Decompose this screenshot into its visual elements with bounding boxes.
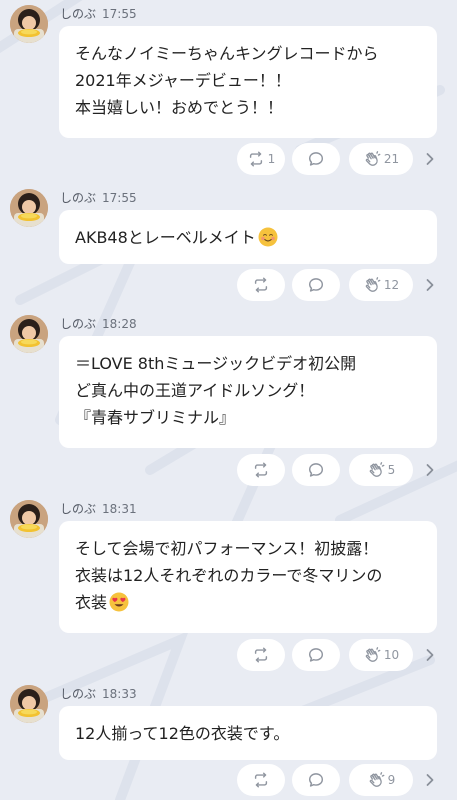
clap-button[interactable]: 5 [349,454,413,486]
message-time: 17:55 [102,7,137,21]
message-bubble[interactable]: ＝LOVE 8thミュージックビデオ初公開 ど真ん中の王道アイドルソング！ 『青春サ… [59,336,437,448]
author-name[interactable]: しのぶ [60,7,96,21]
message-time: 18:31 [102,502,137,516]
message-actions: 12 [0,269,457,301]
comment-button[interactable] [292,143,340,175]
comment-button[interactable] [292,764,340,796]
retweet-count: 1 [267,152,276,166]
message-actions: 9 [0,764,457,796]
comment-icon [307,461,325,479]
message-bubble[interactable]: AKB48とレーベルメイト [59,210,437,264]
chevron-right-icon[interactable] [422,151,438,167]
message-text-line: ど真ん中の王道アイドルソング！ [75,381,315,400]
clap-count: 5 [387,463,396,477]
message-meta: しのぶ 17:55 [60,190,137,206]
retweet-button[interactable] [237,454,285,486]
clap-button[interactable]: 21 [349,143,413,175]
comment-icon [307,150,325,168]
comment-icon [307,646,325,664]
message-meta: しのぶ 18:33 [60,686,137,702]
avatar[interactable] [10,500,48,538]
comment-button[interactable] [292,454,340,486]
retweet-button[interactable] [237,764,285,796]
clap-icon [363,646,381,664]
avatar[interactable] [10,315,48,353]
retweet-icon [252,646,270,664]
message-meta: しのぶ 18:28 [60,316,137,332]
clap-icon [363,276,381,294]
retweet-icon [252,461,270,479]
avatar[interactable] [10,5,48,43]
message-bubble[interactable]: そんなノイミーちゃんキングレコードから 2021年メジャーデビュー！！ 本当嬉しい！… [59,26,437,138]
message-text-line: そんなノイミーちゃんキングレコードから [75,44,379,63]
message-actions: 1 21 [0,143,457,175]
author-name[interactable]: しのぶ [60,502,96,516]
comment-icon [307,276,325,294]
retweet-icon [247,150,265,168]
message-bubble[interactable]: 12人揃って12色の衣装です。 [59,706,437,760]
clap-count: 21 [383,152,400,166]
author-name[interactable]: しのぶ [60,317,96,331]
clap-button[interactable]: 10 [349,639,413,671]
retweet-button[interactable] [237,269,285,301]
retweet-icon [252,276,270,294]
clap-button[interactable]: 12 [349,269,413,301]
message-bubble[interactable]: そして会場で初パフォーマンス！初披露！ 衣装は12人それぞれのカラーで冬マリンの衣… [59,521,437,633]
clap-button[interactable]: 9 [349,764,413,796]
message-text-line: 12人揃って12色の衣装です。 [75,724,290,743]
retweet-icon [252,771,270,789]
message-text-line: 衣装は12人それぞれのカラーで冬マリンの [75,566,383,585]
message-meta: しのぶ 17:55 [60,6,137,22]
message-time: 18:28 [102,317,137,331]
clap-count: 9 [387,773,396,787]
message-text-line: 衣装 [75,589,421,616]
message-time: 18:33 [102,687,137,701]
retweet-button[interactable]: 1 [237,143,285,175]
clap-count: 10 [383,648,400,662]
smiling-face-emoji [258,227,278,247]
comment-button[interactable] [292,269,340,301]
message-text-line: 本当嬉しい！おめでとう！！ [75,98,284,117]
heart-eyes-emoji [109,592,129,612]
message-text-line: AKB48とレーベルメイト [75,224,421,251]
message-text-line: 2021年メジャーデビュー！！ [75,71,291,90]
chevron-right-icon[interactable] [422,277,438,293]
message-text-line: そして会場で初パフォーマンス！初披露！ [75,539,379,558]
message-actions: 5 [0,454,457,486]
avatar[interactable] [10,685,48,723]
message-meta: しのぶ 18:31 [60,501,137,517]
clap-count: 12 [383,278,400,292]
clap-icon [363,150,381,168]
chevron-right-icon[interactable] [422,772,438,788]
author-name[interactable]: しのぶ [60,191,96,205]
chevron-right-icon[interactable] [422,647,438,663]
comment-button[interactable] [292,639,340,671]
message-actions: 10 [0,639,457,671]
message-time: 17:55 [102,191,137,205]
clap-icon [367,771,385,789]
comment-icon [307,771,325,789]
avatar[interactable] [10,189,48,227]
chevron-right-icon[interactable] [422,462,438,478]
author-name[interactable]: しのぶ [60,687,96,701]
message-text-line: 『青春サブリミナル』 [75,408,236,427]
clap-icon [367,461,385,479]
message-text-line: ＝LOVE 8thミュージックビデオ初公開 [75,354,357,373]
retweet-button[interactable] [237,639,285,671]
